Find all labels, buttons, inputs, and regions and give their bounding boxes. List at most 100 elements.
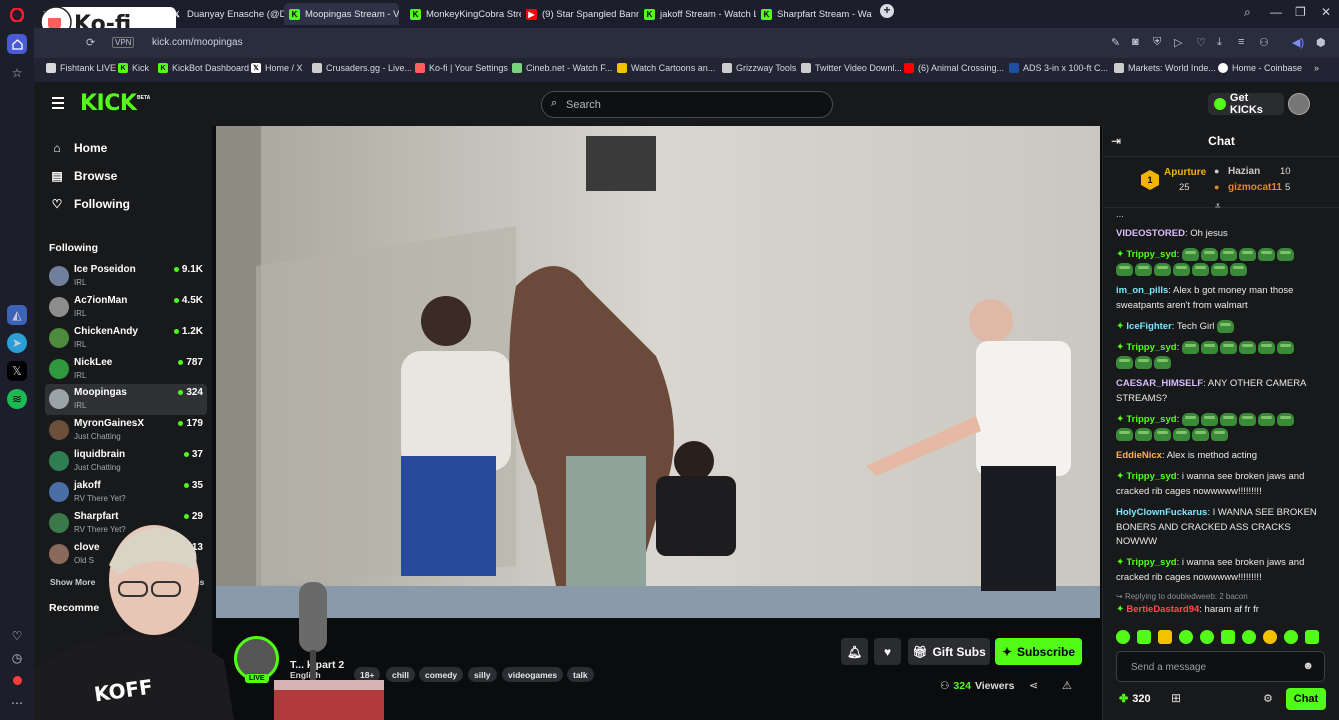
heart-icon[interactable]: ♡ xyxy=(7,626,27,646)
bookmark[interactable]: Crusaders.gg - Live... xyxy=(312,63,412,73)
heart-icon[interactable]: ♡ xyxy=(1196,36,1206,49)
bookmark[interactable]: Ko-fi | Your Settings xyxy=(415,63,508,73)
settings-icon[interactable]: ⚙ xyxy=(1263,692,1273,705)
following-item[interactable]: NickLee IRL 787 xyxy=(45,354,207,385)
kick-header: KICK BETA ⌕ Search Get KICKs xyxy=(34,82,1339,126)
reply-icon: ↪ xyxy=(1116,592,1123,601)
maximize-icon[interactable]: ❐ xyxy=(1295,5,1306,19)
bookmark[interactable]: (6) Animal Crossing... xyxy=(904,63,1004,73)
star-icon[interactable]: ☆ xyxy=(7,63,27,83)
following-item[interactable]: liquidbrain Just Chatting 37 xyxy=(45,446,207,477)
close-icon[interactable]: ✕ xyxy=(1321,5,1331,19)
hamburger-menu-icon[interactable] xyxy=(52,97,64,109)
search-tabs-icon[interactable]: ⌕ xyxy=(1244,5,1251,20)
x-icon[interactable]: 𝕏 xyxy=(7,361,27,381)
following-item[interactable]: Ac7ionMan IRL 4.5K xyxy=(45,292,207,323)
tab[interactable]: K MonkeyKingCobra Stream xyxy=(405,3,521,25)
vpn-icon[interactable] xyxy=(7,670,27,690)
tag[interactable]: talk xyxy=(567,667,594,682)
bookmarks-overflow-icon[interactable]: » xyxy=(1314,63,1319,73)
menu-icon[interactable]: ≡ xyxy=(1238,36,1244,48)
tag[interactable]: videogames xyxy=(502,667,564,682)
bookmark[interactable]: ADS 3-in x 100-ft C... xyxy=(1009,63,1108,73)
tab[interactable]: K Sharpfart Stream - Watch xyxy=(756,3,872,25)
new-tab-button[interactable]: + xyxy=(880,4,894,18)
emote-button[interactable] xyxy=(1137,630,1151,644)
emote-button[interactable] xyxy=(1242,630,1256,644)
telegram-icon[interactable]: ➤ xyxy=(7,333,27,353)
channel-points[interactable]: ✤ 320 xyxy=(1119,692,1151,706)
following-item[interactable]: MyronGainesX Just Chatting 179 xyxy=(45,415,207,446)
user-avatar[interactable] xyxy=(1288,93,1310,115)
aria-icon[interactable]: ◭ xyxy=(7,305,27,325)
search-input[interactable]: ⌕ Search xyxy=(541,91,833,118)
play-icon[interactable]: ▷ xyxy=(1174,36,1182,49)
minimize-icon[interactable]: — xyxy=(1270,5,1282,19)
chat-title: Chat xyxy=(1208,134,1235,148)
url-field[interactable]: kick.com/moopingas xyxy=(74,33,1104,53)
bookmark[interactable]: Home - Coinbase xyxy=(1218,63,1302,73)
bookmark[interactable]: 𝕏 Home / X xyxy=(251,63,303,73)
chat-input[interactable]: Send a message ☻ xyxy=(1116,651,1325,682)
subscribe-button[interactable]: ✦ Subscribe xyxy=(995,638,1082,665)
store-icon[interactable]: ⊞ xyxy=(1171,691,1181,705)
chat-send-button[interactable]: Chat xyxy=(1286,688,1326,710)
bookmark[interactable]: Watch Cartoons an... xyxy=(617,63,715,73)
camera-icon[interactable]: ◙ xyxy=(1132,36,1139,48)
opera-logo-icon[interactable] xyxy=(7,5,27,25)
leaderboard-name[interactable]: gizmocat11 xyxy=(1228,182,1282,193)
kick-logo[interactable]: KICK xyxy=(80,91,137,116)
get-kicks-button[interactable]: Get KICKs xyxy=(1208,92,1284,116)
tag[interactable]: silly xyxy=(468,667,497,682)
pepe-emote xyxy=(1211,262,1228,276)
emote-button[interactable] xyxy=(1158,630,1172,644)
sparkle-badge-icon: ✦ xyxy=(1116,557,1125,568)
nav-following[interactable]: ♡ Following xyxy=(50,197,130,211)
nav-browse[interactable]: ▤ Browse xyxy=(50,169,117,183)
bookmark[interactable]: Grizzway Tools xyxy=(722,63,796,73)
more-icon[interactable]: ⋯ xyxy=(7,693,27,713)
follow-button[interactable]: ♥ xyxy=(874,638,901,665)
following-item[interactable]: Ice Poseidon IRL 9.1K xyxy=(45,261,207,292)
following-item[interactable]: ChickenAndy IRL 1.2K xyxy=(45,323,207,354)
emote-button[interactable] xyxy=(1116,630,1130,644)
notifications-button[interactable]: 🔔︎ xyxy=(841,638,868,665)
tab[interactable]: ▶ (9) Star Spangled Banner - xyxy=(521,3,639,25)
beta-badge: BETA xyxy=(137,95,151,101)
nav-home[interactable]: ⌂ Home xyxy=(50,141,107,155)
share-icon[interactable]: ⋖ xyxy=(1029,679,1038,692)
emote-button[interactable] xyxy=(1263,630,1277,644)
emoji-picker-icon[interactable]: ☻ xyxy=(1302,660,1314,672)
home-icon[interactable] xyxy=(7,34,27,54)
tag[interactable]: comedy xyxy=(419,667,464,682)
emote-button[interactable] xyxy=(1200,630,1214,644)
profile-icon[interactable]: ⚇ xyxy=(1259,36,1269,49)
bookmark[interactable]: Markets: World Inde... xyxy=(1114,63,1216,73)
bookmark[interactable]: K KickBot Dashboard xyxy=(158,63,249,73)
bookmark[interactable]: Twitter Video Downl... xyxy=(801,63,902,73)
bookmark[interactable]: K Kick xyxy=(118,63,149,73)
tab[interactable]: 𝕏 Duanyay Enasche (@Duan xyxy=(166,3,284,25)
tag[interactable]: chill xyxy=(386,667,416,682)
following-item[interactable]: jakoff RV There Yet? 35 xyxy=(45,477,207,508)
tab-active[interactable]: K Moopingas Stream - V xyxy=(284,3,399,25)
cube-icon[interactable]: ⬢ xyxy=(1316,36,1326,49)
emote-button[interactable] xyxy=(1221,630,1235,644)
bookmark[interactable]: Fishtank LIVE xyxy=(46,63,116,73)
emote-button[interactable] xyxy=(1305,630,1319,644)
audio-icon[interactable]: ◀) xyxy=(1292,36,1304,49)
following-item-selected[interactable]: Moopingas IRL 324 xyxy=(45,384,207,415)
download-icon[interactable]: ⤓ xyxy=(1217,36,1222,49)
bookmark[interactable]: Cineb.net - Watch F... xyxy=(512,63,612,73)
spotify-icon[interactable]: ≋ xyxy=(7,389,27,409)
history-icon[interactable]: ◷ xyxy=(7,648,27,668)
tab[interactable]: K jakoff Stream - Watch Live xyxy=(639,3,756,25)
gift-subs-button[interactable]: 🎁︎ Gift Subs xyxy=(908,638,990,665)
edit-icon[interactable]: ✎ xyxy=(1111,36,1120,49)
leaderboard-name[interactable]: Hazian xyxy=(1228,166,1260,177)
shield-icon[interactable]: ⛨ xyxy=(1153,36,1161,49)
emote-button[interactable] xyxy=(1284,630,1298,644)
emote-button[interactable] xyxy=(1179,630,1193,644)
leaderboard-name[interactable]: Apurture xyxy=(1164,167,1206,178)
report-icon[interactable]: ⚠︎ xyxy=(1062,679,1072,692)
